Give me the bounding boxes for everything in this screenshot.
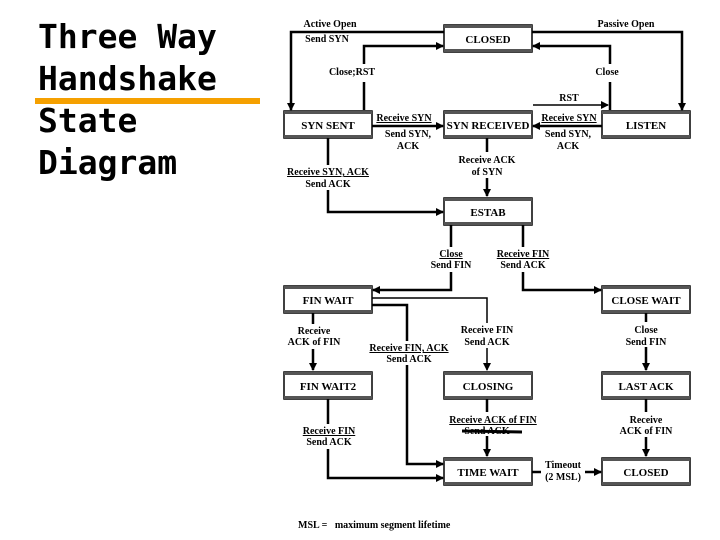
label-ack: ACK [557, 141, 579, 152]
label-active-open: Active Open [303, 19, 356, 30]
label-receive: Receive [630, 415, 663, 426]
state-estab: ESTAB [443, 197, 533, 226]
svg-text:FIN WAIT: FIN WAIT [303, 295, 355, 307]
label-timeout: Timeout [545, 460, 582, 471]
state-syn-received: SYN RECEIVED [443, 110, 533, 139]
svg-text:SYN SENT: SYN SENT [301, 120, 355, 132]
state-closed-top: CLOSED [443, 24, 533, 53]
label-send-syn-ack: Send SYN, [545, 129, 592, 140]
label-rst: RST [559, 93, 579, 104]
label-send-fin: Send FIN [626, 337, 668, 348]
label-send-syn: Send SYN [305, 34, 349, 45]
state-closed-bottom: CLOSED [601, 457, 691, 486]
edge-close-rst [362, 46, 443, 110]
svg-text:CLOSED: CLOSED [465, 34, 510, 46]
label-2msl: (2 MSL) [545, 472, 581, 483]
label-send-syn-ack: Send SYN, [385, 129, 432, 140]
edge-labels: Active Open Send SYN Passive Open Close;… [287, 19, 673, 531]
label-ack-of-fin: ACK of FIN [620, 426, 674, 437]
label-close: Close [439, 249, 463, 260]
label-receive-syn: Receive SYN [541, 113, 597, 124]
label-ack-of-fin: ACK of FIN [288, 337, 342, 348]
label-receive-fin: Receive FIN [303, 426, 356, 437]
svg-text:CLOSED: CLOSED [623, 467, 668, 479]
label-close-rst: Close;RST [329, 67, 375, 78]
label-receive-fin-ack: Receive FIN, ACK [369, 343, 448, 354]
label-receive-ack: Receive ACK [459, 155, 516, 166]
label-receive-syn-ack: Receive SYN, ACK [287, 167, 369, 178]
svg-text:SYN RECEIVED: SYN RECEIVED [447, 120, 530, 132]
svg-text:LISTEN: LISTEN [626, 120, 666, 132]
label-send-ack: Send ACK [306, 437, 352, 448]
state-listen: LISTEN [601, 110, 691, 139]
label-receive-syn: Receive SYN [376, 113, 432, 124]
strikethrough-line [461, 429, 523, 434]
svg-text:ESTAB: ESTAB [470, 207, 506, 219]
svg-text:CLOSING: CLOSING [463, 381, 514, 393]
label-passive-open: Passive Open [598, 19, 655, 30]
label-send-fin: Send FIN [431, 260, 473, 271]
edge-finwait-timewait [372, 303, 443, 464]
label-send-ack: Send ACK [386, 354, 432, 365]
state-last-ack: LAST ACK [601, 371, 691, 400]
state-fin-wait: FIN WAIT [283, 285, 373, 314]
label-receive: Receive [298, 326, 331, 337]
edges [287, 30, 686, 478]
state-syn-sent: SYN SENT [283, 110, 373, 139]
svg-text:CLOSE WAIT: CLOSE WAIT [611, 295, 681, 307]
state-close-wait: CLOSE WAIT [601, 285, 691, 314]
label-close: Close [634, 325, 658, 336]
tcp-state-diagram: CLOSED SYN SENT SYN RECEIVED LISTEN ESTA… [283, 19, 691, 531]
label-send-ack: Send ACK [305, 179, 351, 190]
svg-text:FIN WAIT2: FIN WAIT2 [300, 381, 357, 393]
footnote-msl: MSL = maximum segment lifetime [298, 520, 451, 531]
state-closing: CLOSING [443, 371, 533, 400]
label-close: Close [595, 67, 619, 78]
svg-text:LAST ACK: LAST ACK [618, 381, 674, 393]
label-receive-fin: Receive FIN [461, 325, 514, 336]
svg-text:TIME WAIT: TIME WAIT [457, 467, 519, 479]
label-receive-fin: Receive FIN [497, 249, 550, 260]
label-send-ack: Send ACK [500, 260, 546, 271]
label-send-ack: Send ACK [464, 337, 510, 348]
label-receive-ack-of-fin: Receive ACK of FIN [449, 415, 537, 426]
label-of-syn: of SYN [472, 167, 504, 178]
label-ack: ACK [397, 141, 419, 152]
state-time-wait: TIME WAIT [443, 457, 533, 486]
state-fin-wait2: FIN WAIT2 [283, 371, 373, 400]
